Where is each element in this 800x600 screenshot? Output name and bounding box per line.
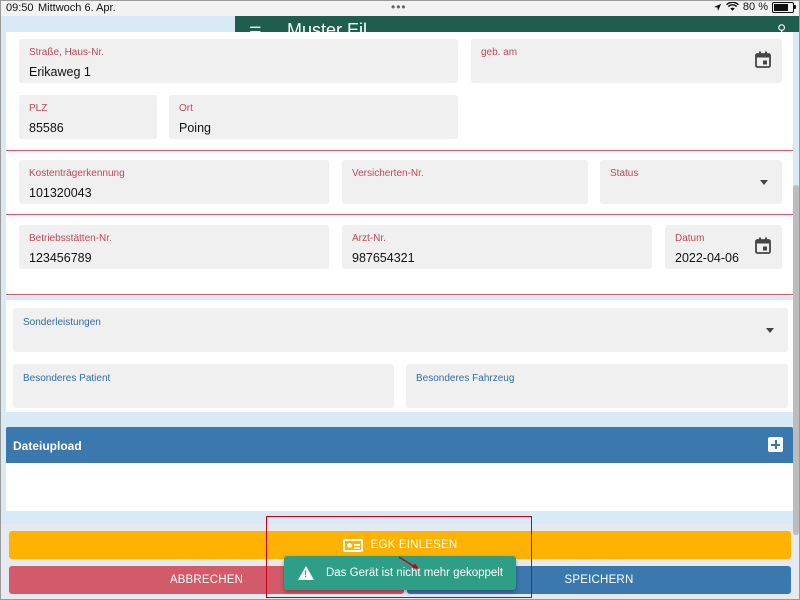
file-upload-title: Dateiupload [13,439,82,453]
date-field[interactable]: Datum 2022-04-06 [665,225,782,269]
section-divider [6,294,793,295]
city-label: Ort [179,103,193,114]
search-icon[interactable]: ⚲ [777,22,786,32]
special-vehicle-field[interactable]: Besonderes Fahrzeug [406,364,788,408]
date-label: Datum [675,233,705,244]
insured-number-field[interactable]: Versicherten-Nr. [342,160,588,204]
scrollbar[interactable] [793,185,799,535]
app-header: ☰ Muster Eil... ⚲ [235,16,800,32]
date-value: 2022-04-06 [675,251,739,265]
site-number-label: Betriebsstätten-Nr. [29,233,112,244]
street-value: Erikaweg 1 [29,65,91,79]
special-vehicle-label: Besonderes Fahrzeug [416,373,515,384]
save-label: SPEICHERN [564,574,634,586]
menu-icon[interactable]: ☰ [249,24,262,32]
multitasking-dots-icon[interactable]: ••• [391,0,407,14]
section-divider [6,150,793,151]
insured-number-label: Versicherten-Nr. [352,168,424,179]
calendar-icon[interactable] [755,237,771,254]
doctor-number-field[interactable]: Arzt-Nr. 987654321 [342,225,652,269]
chevron-down-icon[interactable] [766,328,774,333]
doctor-number-value: 987654321 [352,251,415,265]
battery-fill [774,3,789,11]
status-bar: 09:50 Mittwoch 6. Apr. ••• 80 % [0,0,800,16]
file-upload-area[interactable] [6,463,793,511]
zip-label: PLZ [29,103,48,114]
cancel-label: ABBRECHEN [169,574,244,586]
cost-id-value: 101320043 [29,186,92,200]
cost-id-field[interactable]: Kostenträgerkennung 101320043 [19,160,329,204]
birth-date-label: geb. am [481,47,518,58]
status-date: Mittwoch 6. Apr. [38,2,116,14]
location-icon [713,3,722,11]
section-divider [6,214,793,215]
status-time: 09:50 [6,2,34,14]
annotation-arrow-icon [398,556,419,569]
special-services-select[interactable]: Sonderleistungen [13,308,788,352]
chevron-down-icon[interactable] [760,180,768,185]
special-services-label: Sonderleistungen [23,317,101,328]
doctor-number-label: Arzt-Nr. [352,233,386,244]
wifi-icon [725,2,739,11]
battery-percent: 80 % [742,1,768,13]
city-value: Poing [179,121,211,135]
special-patient-field[interactable]: Besonderes Patient [13,364,394,408]
app-title: Muster Eil... [287,20,383,32]
plus-icon[interactable] [768,437,783,452]
file-upload-header: Dateiupload [6,427,793,463]
calendar-icon[interactable] [755,51,771,68]
status-label: Status [610,168,639,179]
zip-value: 85586 [29,121,64,135]
status-right: 80 % [713,1,796,13]
cost-id-label: Kostenträgerkennung [29,168,125,179]
birth-date-field[interactable]: geb. am [471,39,782,83]
status-select[interactable]: Status [600,160,782,204]
special-patient-label: Besonderes Patient [23,373,111,384]
street-field[interactable]: Straße, Haus-Nr. Erikaweg 1 [19,39,458,83]
street-label: Straße, Haus-Nr. [29,47,105,58]
zip-field[interactable]: PLZ 85586 [19,95,157,139]
battery-icon [772,1,796,13]
site-number-value: 123456789 [29,251,92,265]
city-field[interactable]: Ort Poing [169,95,458,139]
site-number-field[interactable]: Betriebsstätten-Nr. 123456789 [19,225,329,269]
